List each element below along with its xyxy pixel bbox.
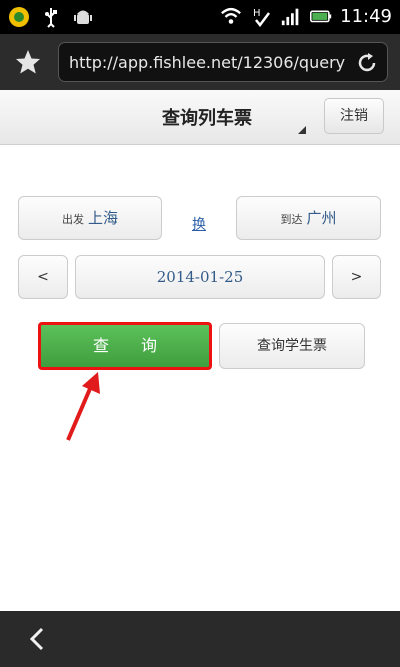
sync-icon: H [250,5,272,27]
battery-icon [310,5,332,27]
prev-date-button[interactable]: < [18,255,68,299]
from-station-prefix: 出发 [61,213,84,226]
from-station-button[interactable]: 出发 上海 [18,196,162,240]
browser-url-bar: http://app.fishlee.net/12306/query [0,34,400,90]
status-time: 11:49 [340,5,392,27]
from-station-city: 上海 [87,209,118,227]
svg-text:H: H [253,8,261,19]
reload-icon[interactable] [355,51,379,75]
bottom-nav-bar [0,611,400,667]
usb-icon [40,6,62,28]
url-text: http://app.fishlee.net/12306/query [69,53,346,72]
app-notification-icon [8,6,30,28]
annotation-arrow-shaft [66,383,94,441]
bookmark-star-icon[interactable] [14,48,42,76]
logout-button[interactable]: 注销 [324,98,384,134]
status-right-icons: H 11:49 [220,5,392,27]
query-student-ticket-button[interactable]: 查询学生票 [219,323,365,369]
date-selector[interactable]: 2014-01-25 [75,255,325,299]
next-date-button[interactable]: > [332,255,381,299]
query-button[interactable]: 查 询 [38,322,212,370]
url-input[interactable]: http://app.fishlee.net/12306/query [58,42,388,82]
to-station-prefix: 到达 [280,213,303,226]
status-bar: H 11:49 [0,0,400,34]
to-station-button[interactable]: 到达 广州 [236,196,381,240]
menu-corner-icon[interactable] [298,126,306,134]
back-icon[interactable] [26,627,50,651]
wifi-icon [220,5,242,27]
page-title: 查询列车票 [162,108,252,129]
swap-stations-link[interactable]: 换 [192,214,206,234]
annotation-arrow-icon [66,372,100,441]
android-debug-icon [72,6,94,28]
signal-icon [280,5,302,27]
to-station-city: 广州 [306,209,337,227]
status-left-icons [8,6,94,28]
